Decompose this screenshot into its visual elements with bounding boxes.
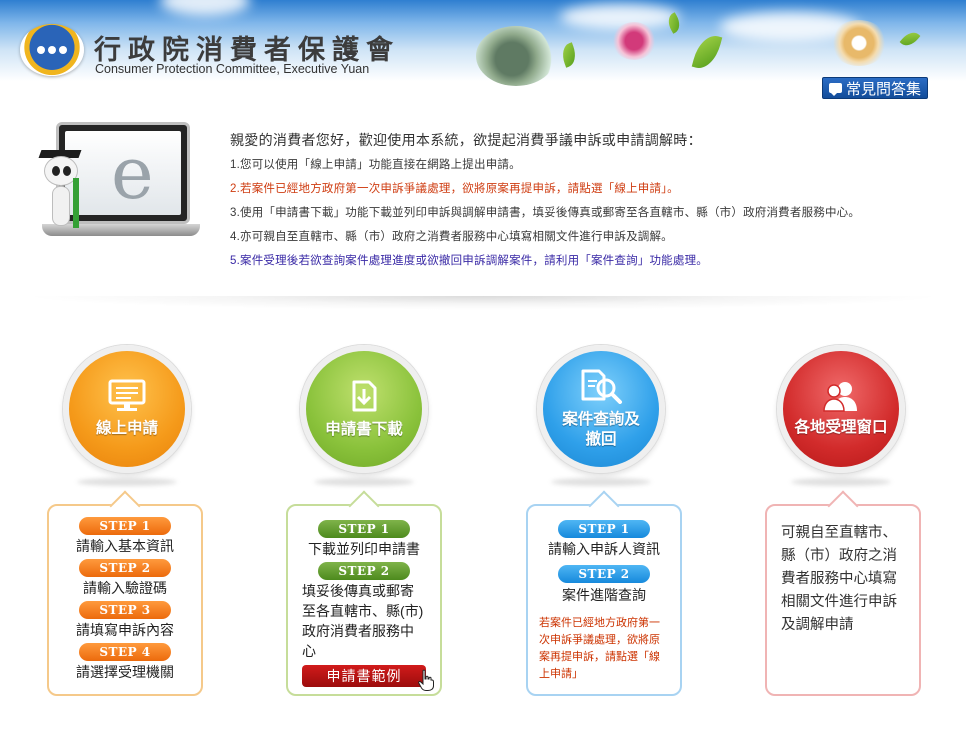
download-steps-box: STEP 1 下載並列印申請書 STEP 2 填妥後傳真或郵寄至各直轄市、縣(市… [286,490,442,696]
step-badge: STEP 1 [558,520,650,538]
step-badge: STEP 1 [79,517,171,535]
circle-shadow [551,478,651,486]
case-query-label-2: 撤回 [585,431,617,448]
step-badge: STEP 2 [558,565,650,583]
circle-shadow [314,478,414,486]
sample-form-label: 申請書範例 [326,668,402,684]
intro-illustration: e [36,112,200,250]
intro-line-5: 5.案件受理後若欲查詢案件處理進度或欲撤回申訴調解案件，請利用「案件查詢」功能處… [230,255,708,267]
step-text: 下載並列印申請書 [308,541,420,557]
intro-text: 親愛的消費者您好，歡迎使用本系統，欲提起消費爭議申訴或申請調解時： 1.您可以使… [230,130,940,276]
intro-line-1: 1.您可以使用「線上申請」功能直接在網路上提出申請。 [230,159,521,171]
magnifier-document-icon [581,369,622,404]
step-badge: STEP 3 [79,601,171,619]
step-text: 案件進階查詢 [562,587,646,603]
online-steps-box: STEP 1 請輸入基本資訊 STEP 2 請輸入驗證碼 STEP 3 請填寫申… [47,490,203,696]
site-logo[interactable] [20,24,84,76]
step-text: 請選擇受理機關 [76,664,174,680]
hand-pointer-icon [418,669,434,691]
step-badge: STEP 4 [79,643,171,661]
section-divider [20,296,946,310]
local-offices-label: 各地受理窗口 [794,419,888,436]
faq-bubble-icon [829,83,842,96]
step-text: 請輸入申訴人資訊 [548,541,660,557]
step-text: 請輸入基本資訊 [76,538,174,554]
step-text: 請輸入驗證碼 [83,580,167,596]
step-text: 填妥後傳真或郵寄至各直轄市、縣(市)政府消費者服務中心 [302,583,424,659]
city-globe-decoration [476,26,556,86]
monitor-icon [108,379,146,411]
offices-info-text: 可親自至直轄市、縣（市）政府之消費者服務中心填寫相關文件進行申訴及調解申請 [781,525,897,633]
leaf-decoration [558,42,580,68]
shopping-decoration [612,22,656,60]
food-decoration [830,20,888,66]
site-header: 行政院消費者保護會 Consumer Protection Committee,… [0,0,966,104]
intro-line-2: 2.若案件已經地方政府第一次申訴爭議處理，欲將原案再提申訴，請點選「線上申請」。 [230,183,679,195]
online-apply-label: 線上申請 [95,420,158,437]
intro-line-4: 4.亦可親自至直轄市、縣（市）政府之消費者服務中心填寫相關文件進行申訴及調解。 [230,231,673,243]
faq-button[interactable]: 常見問答集 [822,77,928,99]
faq-button-label: 常見問答集 [846,80,922,98]
circle-shadow [77,478,177,486]
leaf-decoration [899,28,921,50]
step-text: 請填寫申訴內容 [76,622,174,638]
mascot-figure [38,150,84,234]
resubmit-note: 若案件已經地方政府第一次申訴爭議處理，欲將原案再提申訴，請點選「線上申請」 [539,617,660,680]
form-download-label: 申請書下載 [325,421,403,438]
circle-shadow [791,478,891,486]
case-query-button[interactable]: 案件查詢及 撤回 [537,345,665,473]
cloud-decoration [160,0,250,16]
download-document-icon [352,380,377,412]
query-steps-box: STEP 1 請輸入申訴人資訊 STEP 2 案件進階查詢 若案件已經地方政府第… [526,490,682,696]
step-badge: STEP 2 [318,562,410,580]
online-apply-button[interactable]: 線上申請 [63,345,191,473]
intro-line-3: 3.使用「申請書下載」功能下載並列印申訴與調解申請書，填妥後傳真或郵寄至各直轄市… [230,207,861,219]
step-badge: STEP 2 [79,559,171,577]
site-title-en: Consumer Protection Committee, Executive… [95,62,370,76]
offices-info-box: 可親自至直轄市、縣（市）政府之消費者服務中心填寫相關文件進行申訴及調解申請 [765,490,921,696]
people-icon [823,382,857,412]
page: 行政院消費者保護會 Consumer Protection Committee,… [0,0,966,746]
step-badge: STEP 1 [318,520,410,538]
local-offices-button[interactable]: 各地受理窗口 [777,345,905,473]
leaf-decoration [691,31,723,73]
case-query-label-1: 案件查詢及 [562,411,640,428]
form-download-button[interactable]: 申請書下載 [300,345,428,473]
intro-heading: 親愛的消費者您好，歡迎使用本系統，欲提起消費爭議申訴或申請調解時： [230,132,702,148]
sample-form-button[interactable]: 申請書範例 [302,665,434,691]
